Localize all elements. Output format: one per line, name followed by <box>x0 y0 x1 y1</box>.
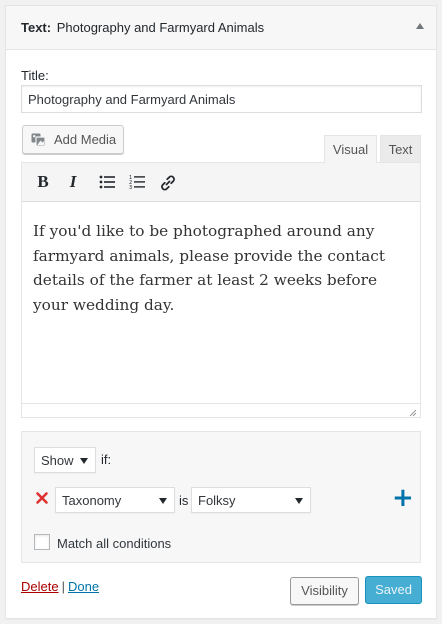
if-label: if: <box>101 452 112 467</box>
rule-field-select[interactable]: Taxonomy <box>55 487 175 513</box>
editor-toolbar: B I 1 2 3 <box>22 163 420 202</box>
widget-header[interactable]: Text: Photography and Farmyard Animals <box>6 6 436 50</box>
title-input[interactable] <box>21 85 422 113</box>
add-media-button[interactable]: Add Media <box>22 125 124 154</box>
widget-name: Photography and Farmyard Animals <box>56 20 265 35</box>
separator: | <box>61 579 65 594</box>
done-link[interactable]: Done <box>68 579 99 594</box>
chevron-down-icon <box>295 498 303 504</box>
widget-control-actions: Delete | Done <box>21 579 99 594</box>
text-widget: Text: Photography and Farmyard Animals T… <box>5 5 437 619</box>
editor-status-bar <box>22 403 420 417</box>
tab-text[interactable]: Text <box>380 135 421 162</box>
bulleted-list-icon[interactable] <box>97 171 119 193</box>
resize-handle-icon[interactable] <box>407 405 417 417</box>
rule-operator-label: is <box>179 493 189 508</box>
svg-text:3: 3 <box>129 185 132 190</box>
chevron-down-icon <box>159 498 167 504</box>
title-label: Title: <box>21 68 49 83</box>
remove-rule-icon[interactable] <box>35 491 49 505</box>
saved-button[interactable]: Saved <box>365 576 422 604</box>
widget-type-label: Text: <box>21 20 52 35</box>
delete-link[interactable]: Delete <box>21 579 59 594</box>
collapse-arrow-icon[interactable] <box>416 23 424 29</box>
link-icon[interactable] <box>157 171 179 193</box>
editor-content[interactable]: If you'd like to be photographed around … <box>22 203 420 403</box>
match-all-label: Match all conditions <box>57 536 172 551</box>
rich-text-editor: B I 1 2 3 If you'd like to be photograph… <box>21 162 421 418</box>
italic-button[interactable]: I <box>62 171 84 193</box>
widget-title: Text: Photography and Farmyard Animals <box>21 20 264 35</box>
rule-value-select[interactable]: Folksy <box>191 487 311 513</box>
numbered-list-icon[interactable]: 1 2 3 <box>127 171 149 193</box>
tab-visual[interactable]: Visual <box>324 135 377 163</box>
visibility-button[interactable]: Visibility <box>290 577 359 605</box>
bold-button[interactable]: B <box>32 171 54 193</box>
rule-field-value: Taxonomy <box>62 493 122 508</box>
add-rule-icon[interactable]: + <box>392 484 414 512</box>
show-hide-value: Show <box>41 453 74 468</box>
visibility-conditions-panel: Show if: Taxonomy is Folksy + Match all … <box>21 431 421 563</box>
show-hide-select[interactable]: Show <box>34 447 96 473</box>
rule-value-value: Folksy <box>198 493 236 508</box>
add-media-label: Add Media <box>54 132 117 147</box>
chevron-down-icon <box>80 458 88 464</box>
add-media-icon <box>31 133 47 147</box>
match-all-checkbox[interactable] <box>34 534 50 550</box>
